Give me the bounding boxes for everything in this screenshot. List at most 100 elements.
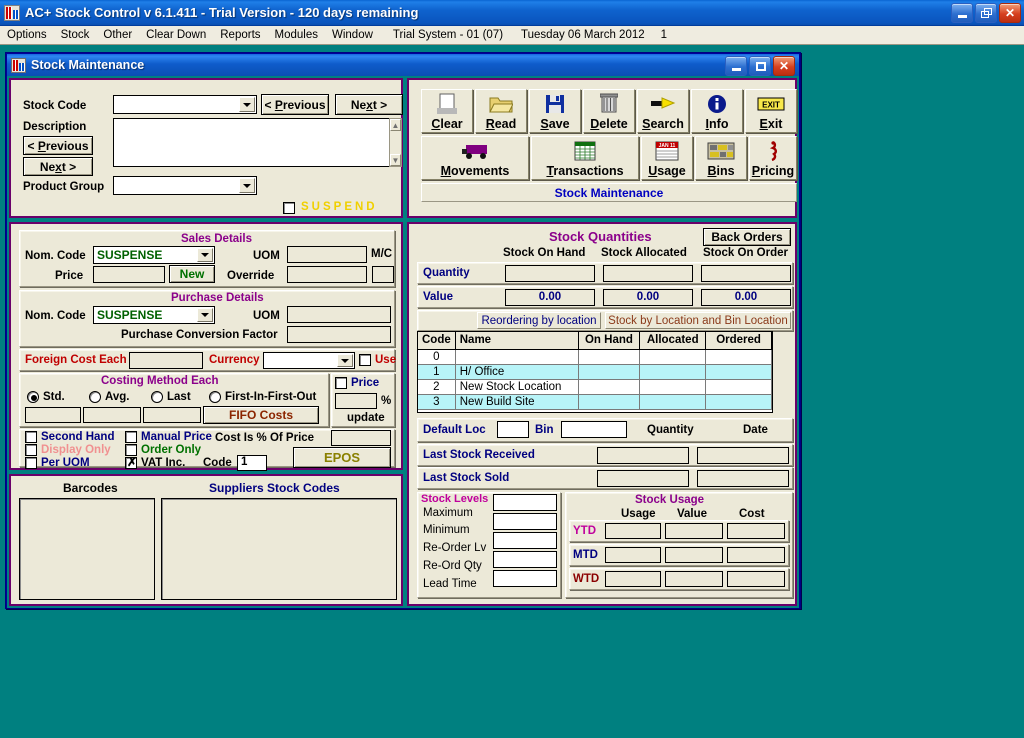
description-textarea[interactable] bbox=[113, 118, 389, 167]
chevron-down-icon[interactable] bbox=[239, 97, 255, 112]
clear-button[interactable]: Clear bbox=[421, 89, 473, 133]
table-row[interactable]: 1 H/ Office bbox=[418, 364, 772, 380]
stock-level-field-maximum[interactable] bbox=[493, 494, 557, 511]
default-loc-field[interactable] bbox=[497, 421, 529, 438]
value-on-order-field[interactable]: 0.00 bbox=[701, 289, 791, 306]
sales-uom-field[interactable] bbox=[287, 246, 367, 263]
location-grid[interactable]: Code Name On Hand Allocated Ordered 0 1 … bbox=[417, 331, 773, 413]
save-button[interactable]: Save bbox=[529, 89, 581, 133]
usage-mtd-usage-field[interactable] bbox=[605, 547, 661, 563]
per-uom-checkbox[interactable] bbox=[25, 457, 37, 469]
price-update-checkbox[interactable] bbox=[335, 377, 347, 389]
currency-combo[interactable] bbox=[263, 352, 355, 369]
chevron-down-icon[interactable] bbox=[197, 308, 213, 322]
menu-item-modules[interactable]: Modules bbox=[268, 27, 325, 43]
costing-radio-std[interactable] bbox=[27, 391, 39, 403]
epos-button[interactable]: EPOS bbox=[293, 447, 391, 468]
usage-wtd-value-field[interactable] bbox=[665, 571, 723, 587]
usage-wtd-usage-field[interactable] bbox=[605, 571, 661, 587]
exit-button[interactable]: EXIT Exit bbox=[745, 89, 797, 133]
product-group-combo[interactable] bbox=[113, 176, 257, 195]
conversion-factor-field[interactable] bbox=[287, 326, 391, 343]
info-button[interactable]: Info bbox=[691, 89, 743, 133]
costing-value-last[interactable] bbox=[143, 407, 201, 423]
costing-value-std[interactable] bbox=[25, 407, 81, 423]
costing-radio-fifo[interactable] bbox=[209, 391, 221, 403]
table-row[interactable]: 3 New Build Site bbox=[418, 394, 772, 410]
last-sold-date-field[interactable] bbox=[697, 470, 789, 487]
stock-level-field-reord-qty[interactable] bbox=[493, 551, 557, 568]
read-button[interactable]: Read bbox=[475, 89, 527, 133]
usage-button[interactable]: JAN 11 Usage bbox=[641, 136, 693, 180]
fifo-costs-button[interactable]: FIFO Costs bbox=[203, 406, 319, 424]
sales-override-field[interactable] bbox=[287, 266, 367, 283]
costing-radio-avg[interactable] bbox=[89, 391, 101, 403]
menu-item-options[interactable]: Options bbox=[0, 27, 54, 43]
use-currency-checkbox[interactable] bbox=[359, 354, 371, 366]
costing-value-avg[interactable] bbox=[83, 407, 141, 423]
mc-field[interactable] bbox=[372, 266, 394, 283]
chevron-down-icon[interactable] bbox=[197, 248, 213, 262]
last-received-date-field[interactable] bbox=[697, 447, 789, 464]
cost-is-pct-field[interactable] bbox=[331, 430, 391, 446]
menu-item-window[interactable]: Window bbox=[325, 27, 380, 43]
menu-item-clear-down[interactable]: Clear Down bbox=[139, 27, 213, 43]
costing-radio-last[interactable] bbox=[151, 391, 163, 403]
menu-item-stock[interactable]: Stock bbox=[54, 27, 97, 43]
transactions-button[interactable]: Transactions bbox=[531, 136, 639, 180]
usage-mtd-value-field[interactable] bbox=[665, 547, 723, 563]
vat-code-field[interactable]: 1 bbox=[237, 455, 267, 471]
bin-field[interactable] bbox=[561, 421, 627, 438]
mdi-close-button[interactable]: ✕ bbox=[773, 56, 795, 76]
menu-item-other[interactable]: Other bbox=[96, 27, 139, 43]
stock-code-next-button[interactable]: Ne x t > bbox=[335, 94, 403, 115]
scroll-up-arrow-icon[interactable]: ▲ bbox=[390, 119, 401, 131]
usage-wtd-cost-field[interactable] bbox=[727, 571, 785, 587]
table-row[interactable]: 0 bbox=[418, 349, 772, 365]
stock-code-previous-button[interactable]: < Previous bbox=[261, 94, 329, 115]
last-received-qty-field[interactable] bbox=[597, 447, 689, 464]
scroll-down-arrow-icon[interactable]: ▼ bbox=[390, 154, 401, 166]
app-minimize-button[interactable] bbox=[951, 3, 973, 23]
sales-nom-code-combo[interactable]: SUSPENSE bbox=[93, 246, 215, 264]
delete-button[interactable]: Delete bbox=[583, 89, 635, 133]
usage-ytd-value-field[interactable] bbox=[665, 523, 723, 539]
second-hand-checkbox[interactable] bbox=[25, 431, 37, 443]
suppliers-listbox[interactable] bbox=[161, 498, 397, 600]
usage-mtd-cost-field[interactable] bbox=[727, 547, 785, 563]
usage-ytd-cost-field[interactable] bbox=[727, 523, 785, 539]
tab-reordering-by-location[interactable]: Reordering by location bbox=[477, 312, 601, 329]
movements-button[interactable]: Movements bbox=[421, 136, 529, 180]
purchase-uom-field[interactable] bbox=[287, 306, 391, 323]
quantity-allocated-field[interactable] bbox=[603, 265, 693, 282]
chevron-down-icon[interactable] bbox=[337, 354, 353, 367]
table-row[interactable]: 2 New Stock Location bbox=[418, 379, 772, 395]
quantity-on-order-field[interactable] bbox=[701, 265, 791, 282]
description-scrollbar[interactable]: ▲ ▼ bbox=[389, 118, 402, 167]
new-price-button[interactable]: New bbox=[169, 265, 215, 283]
mdi-minimize-button[interactable] bbox=[725, 56, 747, 76]
usage-ytd-usage-field[interactable] bbox=[605, 523, 661, 539]
bins-button[interactable]: Bins bbox=[695, 136, 747, 180]
barcodes-listbox[interactable] bbox=[19, 498, 155, 600]
pricing-button[interactable]: Pricing bbox=[749, 136, 797, 180]
foreign-cost-field[interactable] bbox=[129, 352, 203, 369]
stock-level-field-minimum[interactable] bbox=[493, 513, 557, 530]
description-previous-button[interactable]: < Previous bbox=[23, 136, 93, 155]
back-orders-button[interactable]: Back Orders bbox=[703, 228, 791, 246]
suspend-checkbox[interactable] bbox=[283, 202, 295, 214]
value-on-hand-field[interactable]: 0.00 bbox=[505, 289, 595, 306]
stock-code-combo[interactable] bbox=[113, 95, 257, 114]
value-allocated-field[interactable]: 0.00 bbox=[603, 289, 693, 306]
last-sold-qty-field[interactable] bbox=[597, 470, 689, 487]
vat-inc-checkbox[interactable] bbox=[125, 455, 137, 469]
tab-stock-by-location-and-bin[interactable]: Stock by Location and Bin Location bbox=[605, 312, 791, 329]
mdi-maximize-button[interactable] bbox=[749, 56, 771, 76]
description-next-button[interactable]: Ne x t > bbox=[23, 157, 93, 176]
price-percent-field[interactable] bbox=[335, 393, 377, 409]
manual-price-checkbox[interactable] bbox=[125, 431, 137, 443]
stock-level-field-lead-time[interactable] bbox=[493, 570, 557, 587]
search-button[interactable]: Search bbox=[637, 89, 689, 133]
sales-price-field[interactable] bbox=[93, 266, 165, 283]
stock-level-field-reorder-lv[interactable] bbox=[493, 532, 557, 549]
